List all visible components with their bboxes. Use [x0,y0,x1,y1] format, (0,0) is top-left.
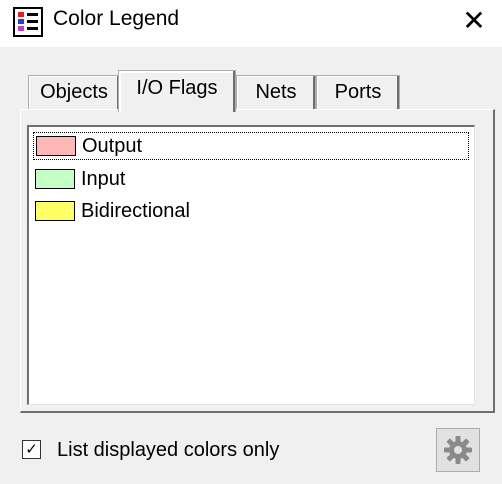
tab-ports[interactable]: Ports [316,75,400,109]
list-item-output[interactable]: Output [33,132,469,160]
displayed-colors-only-checkbox[interactable]: ✓ [22,440,41,459]
window-title: Color Legend [53,7,180,30]
checkbox-label[interactable]: List displayed colors only [57,438,279,462]
tab-label: Nets [255,81,297,103]
settings-button[interactable] [436,428,480,472]
list-item-input[interactable]: Input [33,165,469,193]
title-bar: Color Legend ✕ [0,0,502,47]
list-item-bidirectional[interactable]: Bidirectional [33,197,469,225]
tab-label: Objects [40,81,108,103]
tab-io-flags[interactable]: I/O Flags [118,70,236,112]
color-swatch [36,136,76,156]
tab-label: I/O Flags [136,77,218,99]
tab-objects[interactable]: Objects [28,75,120,109]
close-icon: ✕ [462,4,486,36]
list-item-label: Output [82,134,143,157]
close-button[interactable]: ✕ [446,0,502,40]
checkmark-icon: ✓ [25,441,38,458]
color-swatch [35,169,75,189]
legend-list[interactable]: Output Input Bidirectional [27,125,475,405]
list-item-label: Input [81,167,126,190]
color-swatch [35,201,75,221]
tab-label: Ports [334,81,382,103]
list-item-label: Bidirectional [81,199,190,222]
color-legend-app-icon [13,7,43,37]
gear-icon [444,436,472,464]
tab-nets[interactable]: Nets [236,75,316,109]
